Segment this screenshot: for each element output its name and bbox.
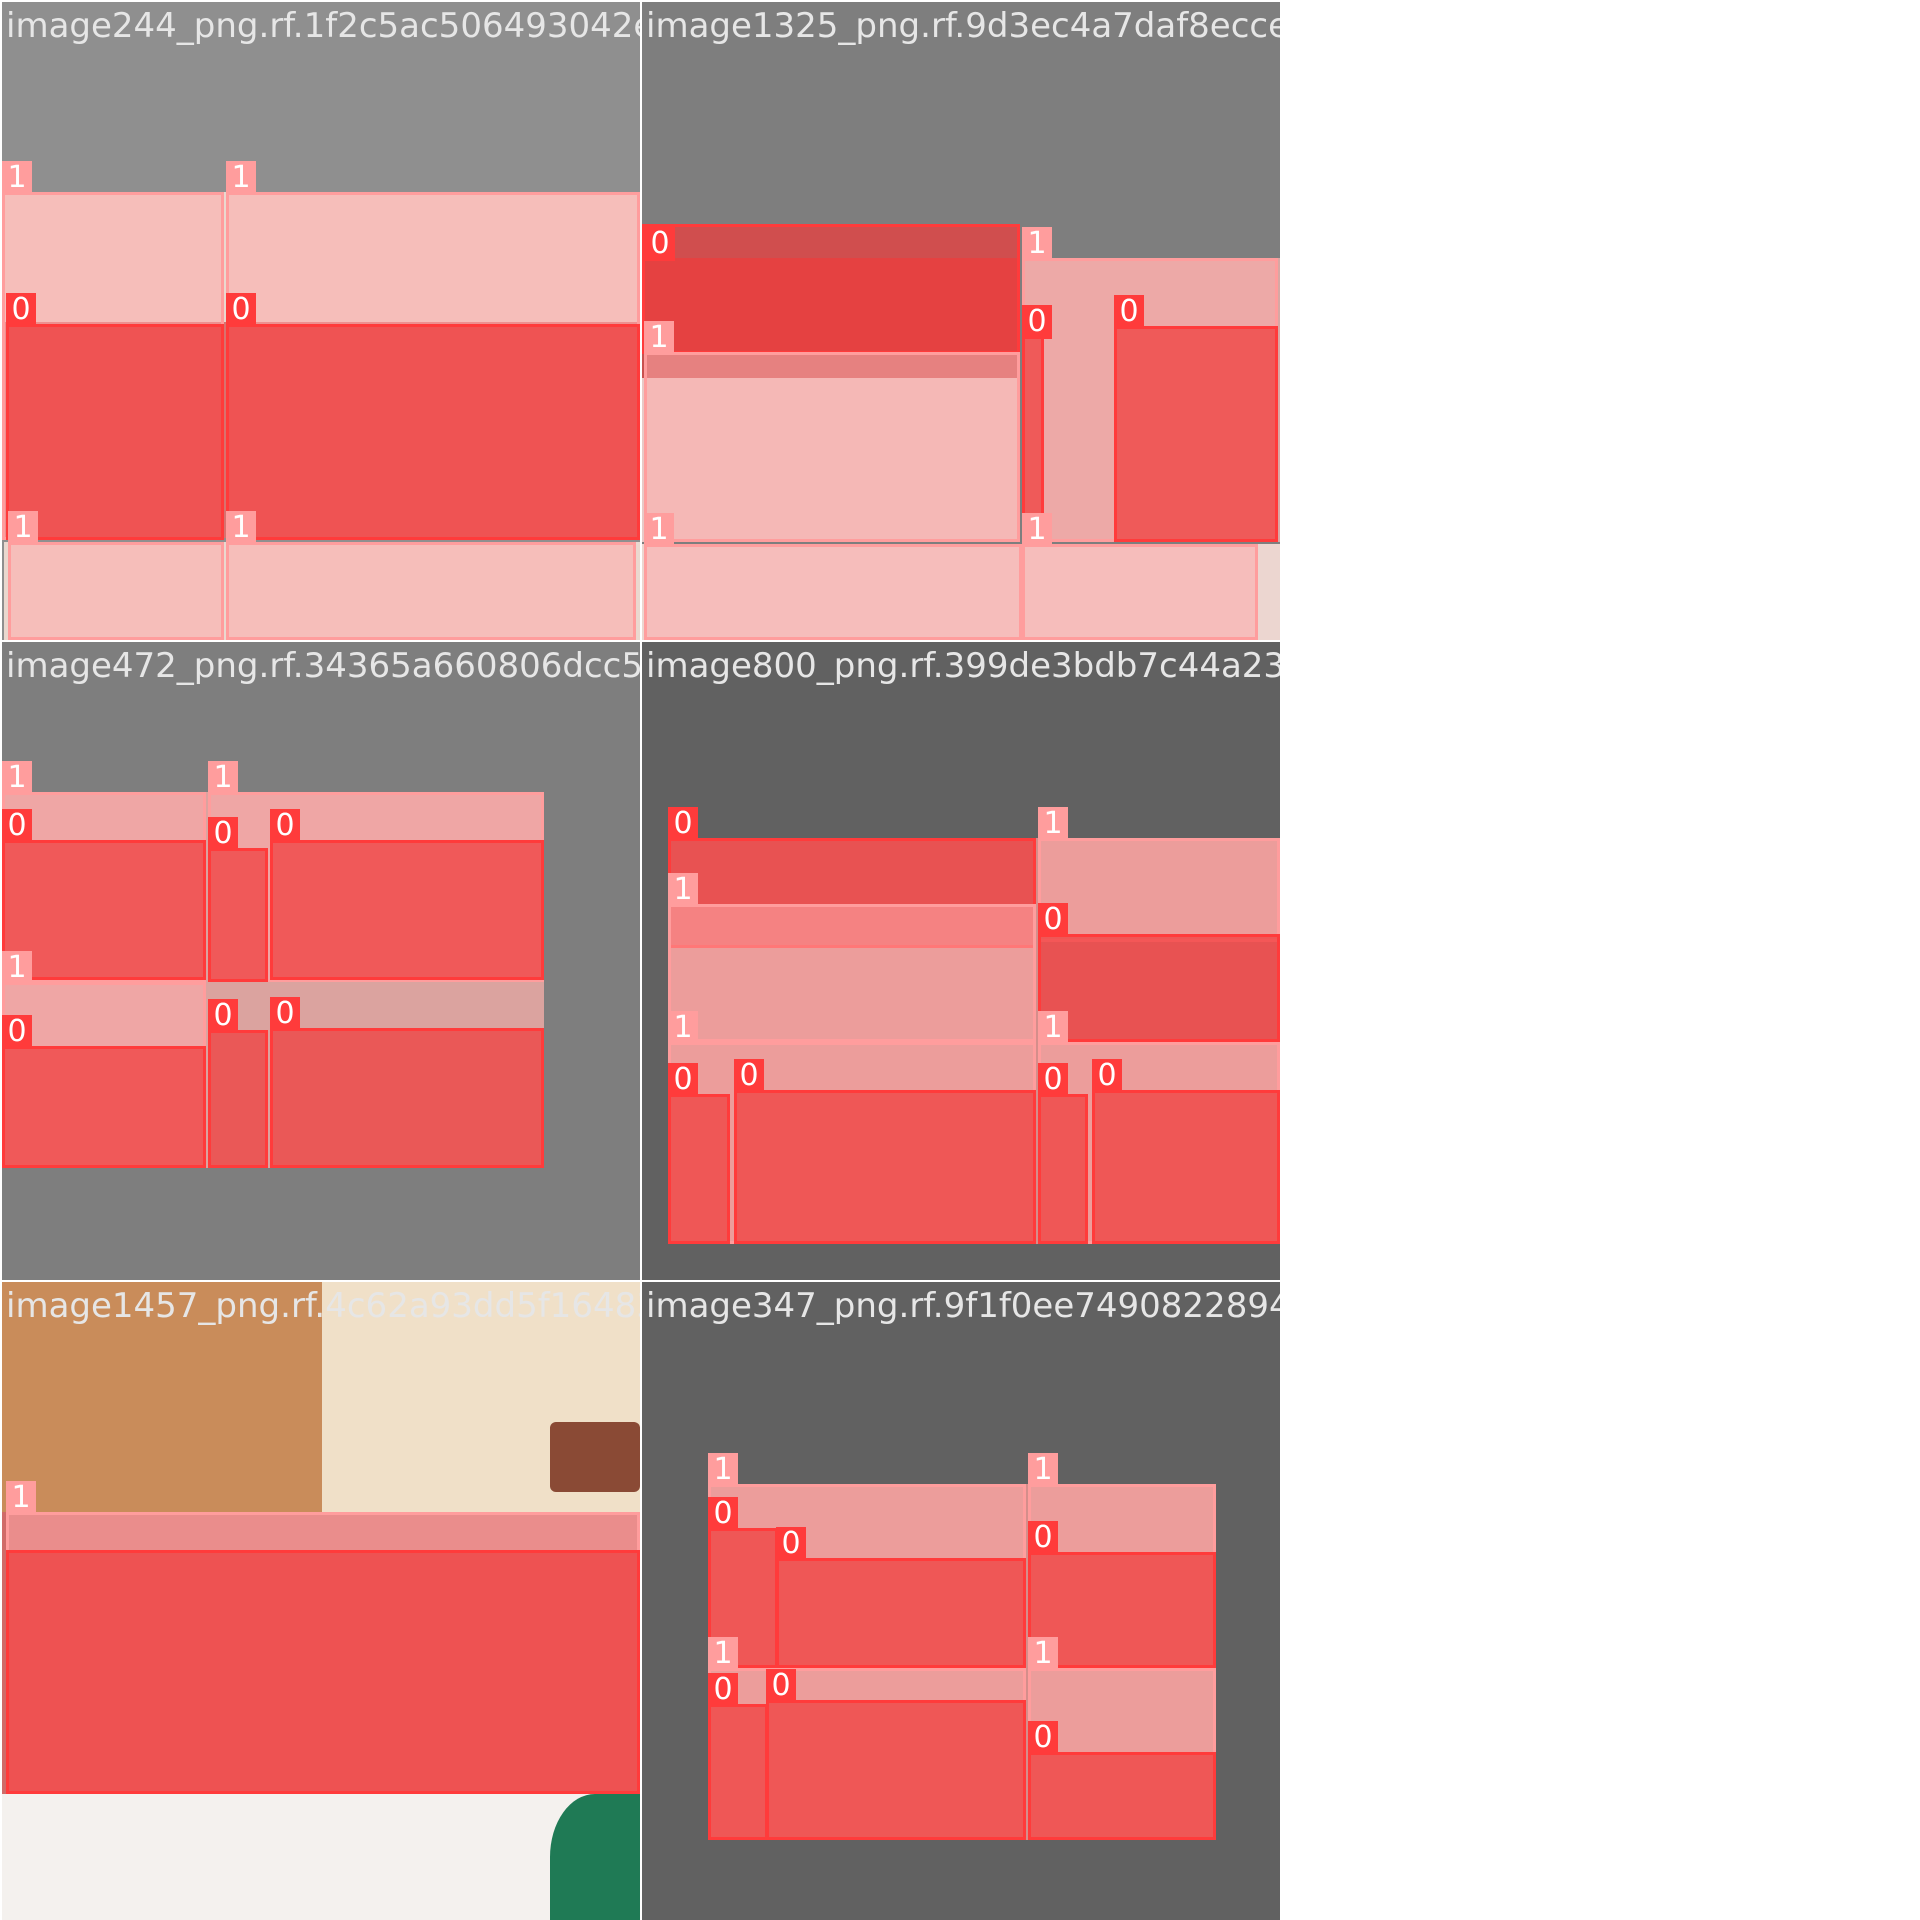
bbox-class-label: 1 [644,321,674,355]
bbox-class-0: 0 [1114,295,1278,542]
bbox-class-0: 0 [208,999,268,1168]
bbox-class-label: 0 [2,1015,32,1049]
bbox-class-0: 0 [708,1673,768,1840]
bbox-class-label: 0 [2,809,32,843]
bbox-class-label: 1 [708,1637,738,1671]
bbox-class-label: 0 [208,817,238,851]
bbox-class-label: 0 [645,227,675,261]
mosaic-tile: 1 0 0 1 0 1 0 0 1 0 image347_png.rf.9f1f… [642,1282,1280,1920]
bbox-class-label: 1 [708,1453,738,1487]
bbox-class-0: 0 [734,1059,1036,1244]
bbox-class-label: 0 [270,809,300,843]
bbox-class-0: 0 [1028,1721,1216,1840]
bbox-class-label: 0 [1038,1063,1068,1097]
bbox-class-label: 0 [776,1527,806,1561]
bbox-class-0: 0 [1092,1059,1280,1244]
bbox-class-label: 1 [8,511,38,545]
bbox-class-0: 0 [642,224,1020,354]
bbox-class-label: 1 [208,761,238,795]
bbox-class-1: 1 [1038,807,1280,942]
bbox-class-label: 0 [766,1669,796,1703]
mosaic-tile: 1 image1457_png.rf.4c62a93dd5f16483a9b73… [2,1282,640,1920]
bbox-class-label: 1 [1028,1637,1058,1671]
bbox-class-label: 1 [1022,227,1052,261]
bbox-class-0: 0 [226,293,640,540]
bbox-class-label: 1 [226,161,256,195]
bbox-class-1: 1 [644,321,1020,542]
bbox-class-1: 1 [644,513,1022,640]
bbox-class-1: 1 [668,873,1036,1042]
bbox-class-label: 1 [668,1011,698,1045]
bbox-class-0: 0 [2,1015,206,1168]
bbox-class-0: 0 [270,809,544,980]
bbox-class-0: 0 [776,1527,1026,1668]
mosaic-tile: 1 1 0 0 0 1 0 0 0 image472_png.rf.34365a… [2,642,640,1280]
mosaic-tile: 0 1 1 0 1 0 0 1 0 0 image800_png.rf.399d… [642,642,1280,1280]
bbox-class-label: 0 [1114,295,1144,329]
bbox-class-1: 1 [226,511,636,640]
bbox-class-label: 1 [668,873,698,907]
green-object-icon [550,1794,640,1920]
tile-filename: image1457_png.rf.4c62a93dd5f16483a9b731 [6,1286,640,1326]
bbox-class-label: 0 [668,807,698,841]
bbox-class-1: 1 [8,511,224,640]
bbox-class-1: 1 [1022,513,1258,640]
bbox-class-label: 0 [208,999,238,1033]
bbox-class-0: 0 [270,997,544,1168]
bbox-class-label: 0 [1028,1721,1058,1755]
bbox-class-0: 0 [1038,903,1280,1042]
bbox-class-label: 0 [734,1059,764,1093]
bbox-class-label: 1 [226,511,256,545]
bbox-class-label: 1 [2,161,32,195]
bbox-class-label: 1 [2,951,32,985]
tile-filename: image800_png.rf.399de3bdb7c44a23220009f6 [646,646,1280,686]
mosaic-tile: 1 1 0 0 1 1 image244_png.rf.1f2c5ac50649… [2,2,640,640]
bbox-class-label: 0 [708,1673,738,1707]
bbox-class-label: 0 [270,997,300,1031]
bbox-class-label: 1 [1022,513,1052,547]
tile-filename: image244_png.rf.1f2c5ac506493042ef9014f5 [6,6,640,46]
bbox-class-label: 1 [1038,1011,1068,1045]
bbox-class-label: 1 [644,513,674,547]
mosaic-tile: 0 1 1 0 0 1 1 image1325_png.rf.9d3ec4a7d… [642,2,1280,640]
bbox-class-label: 0 [708,1497,738,1531]
bbox-class-label: 0 [6,293,36,327]
bbox-class-0: 0 [668,1063,730,1244]
bbox-class-0: 0 [766,1669,1026,1840]
bbox-class-0: 0 [1038,1063,1088,1244]
bbox-class-label: 1 [1038,807,1068,841]
bbox-class-0: 0 [2,809,206,980]
tile-filename: image472_png.rf.34365a660806dcc5ac222a90 [6,646,640,686]
bbox-class-label: 0 [668,1063,698,1097]
plant-pot-icon [550,1422,640,1492]
bbox-class-0: 0 [6,293,224,540]
bbox-class-0: 0 [208,817,268,982]
bbox-class-0 [6,1550,640,1794]
bbox-class-label: 1 [6,1481,36,1515]
bbox-class-label: 1 [1028,1453,1058,1487]
bbox-class-label: 0 [226,293,256,327]
bbox-class-label: 0 [1028,1521,1058,1555]
bbox-class-label: 1 [2,761,32,795]
bbox-class-label: 0 [1038,903,1068,937]
bbox-class-label: 0 [1092,1059,1122,1093]
tile-filename: image347_png.rf.9f1f0ee74908228941166e4f [646,1286,1280,1326]
wall-photo [2,1794,640,1920]
tile-filename: image1325_png.rf.9d3ec4a7daf8ecceb3749ef [646,6,1280,46]
bbox-class-label: 0 [1022,305,1052,339]
image-mosaic-grid: 1 1 0 0 1 1 image244_png.rf.1f2c5ac50649… [0,0,1920,1920]
